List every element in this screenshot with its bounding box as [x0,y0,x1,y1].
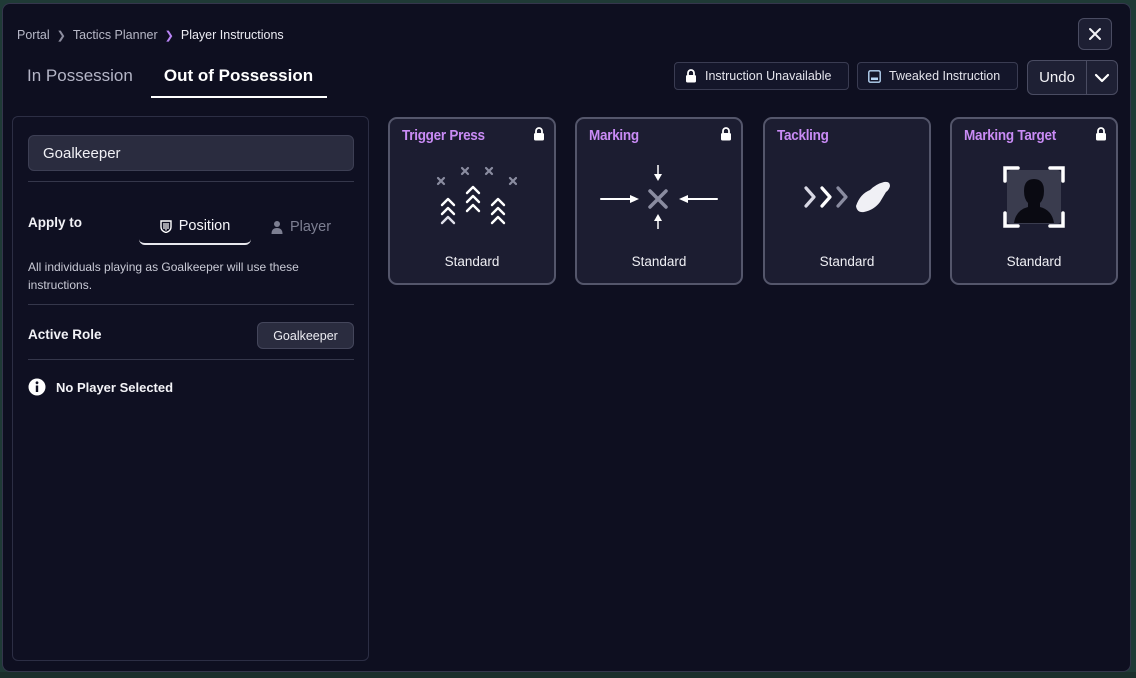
person-icon [271,221,283,234]
card-title: Trigger Press [402,127,485,144]
undo-button[interactable]: Undo [1028,61,1087,94]
active-role-label: Active Role [28,327,102,342]
card-value: Standard [819,254,875,269]
instruction-card-marking[interactable]: Marking Standard [575,117,743,285]
close-icon [1089,28,1101,40]
role-selector[interactable]: Goalkeeper [28,135,354,171]
apply-to-player-toggle[interactable]: Player [257,209,345,245]
lock-icon [686,69,696,83]
lock-icon [1096,127,1106,141]
apply-to-label: Apply to [28,215,82,230]
divider [28,304,354,305]
legend-tweaked-instruction: Tweaked Instruction [857,62,1018,90]
card-title: Marking Target [964,127,1056,144]
apply-description: All individuals playing as Goalkeeper wi… [28,260,299,292]
trigger-press-icon [390,157,554,237]
instruction-card-tackling[interactable]: Tackling Standard [763,117,931,285]
instruction-card-marking-target[interactable]: Marking Target Standard [950,117,1118,285]
no-player-label: No Player Selected [56,379,174,395]
breadcrumb: Portal ❯ Tactics Planner ❯ Player Instru… [17,28,284,42]
active-role-selector[interactable]: Goalkeeper [257,322,354,349]
marking-icon [577,157,741,237]
card-value: Standard [631,254,687,269]
info-icon [28,378,46,396]
tackling-icon [765,157,929,237]
position-label: Position [178,218,231,234]
legend-unavailable-label: Instruction Unavailable [705,69,832,83]
instruction-card-trigger-press[interactable]: Trigger Press Standard [388,117,556,285]
chevron-right-icon: ❯ [56,29,66,42]
chevron-down-icon [1094,73,1110,82]
divider [28,181,354,182]
no-player-notice: No Player Selected [28,378,173,396]
marking-target-icon [952,157,1116,237]
possession-tabs: In Possession Out of Possession [17,60,328,98]
legend-tweaked-label: Tweaked Instruction [889,69,1001,83]
tweaked-icon [868,69,881,83]
legend-instruction-unavailable: Instruction Unavailable [674,62,849,90]
shield-icon [160,219,172,233]
tab-out-of-possession[interactable]: Out of Possession [150,60,328,98]
divider [28,359,354,360]
breadcrumb-portal[interactable]: Portal [17,28,50,42]
lock-icon [721,127,731,141]
undo-dropdown-button[interactable] [1087,61,1117,94]
card-value: Standard [1006,254,1062,269]
player-instructions-window: Portal ❯ Tactics Planner ❯ Player Instru… [2,3,1131,672]
breadcrumb-tactics-planner[interactable]: Tactics Planner [73,28,158,42]
background-strip [0,672,1136,678]
player-label: Player [289,219,332,235]
card-value: Standard [444,254,500,269]
card-title: Tackling [777,127,829,144]
instruction-settings-panel: Goalkeeper Apply to Position Player All … [12,116,369,661]
card-title: Marking [589,127,639,144]
lock-icon [534,127,544,141]
undo-split-button: Undo [1027,60,1118,95]
breadcrumb-player-instructions: Player Instructions [180,28,284,42]
chevron-right-icon: ❯ [164,29,174,42]
close-button[interactable] [1078,18,1112,50]
tab-in-possession[interactable]: In Possession [17,60,143,98]
apply-to-position-toggle[interactable]: Position [139,209,251,245]
